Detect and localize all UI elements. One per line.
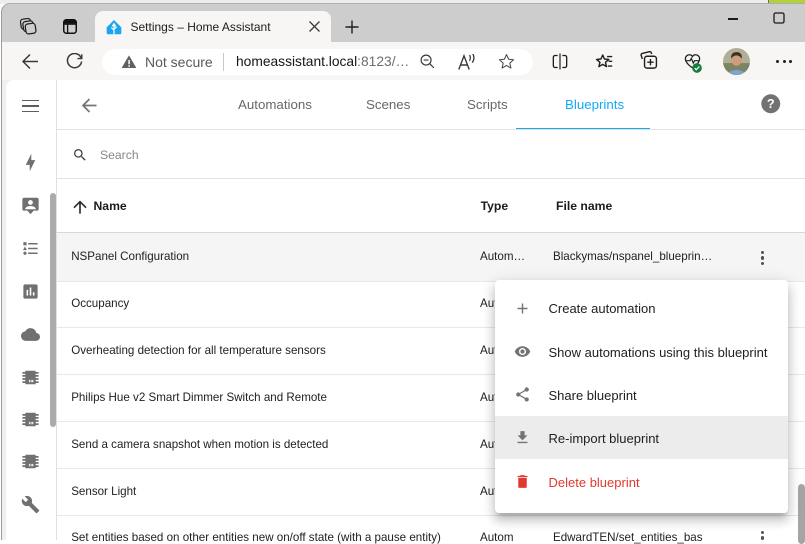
svg-text:?: ? — [767, 97, 775, 111]
